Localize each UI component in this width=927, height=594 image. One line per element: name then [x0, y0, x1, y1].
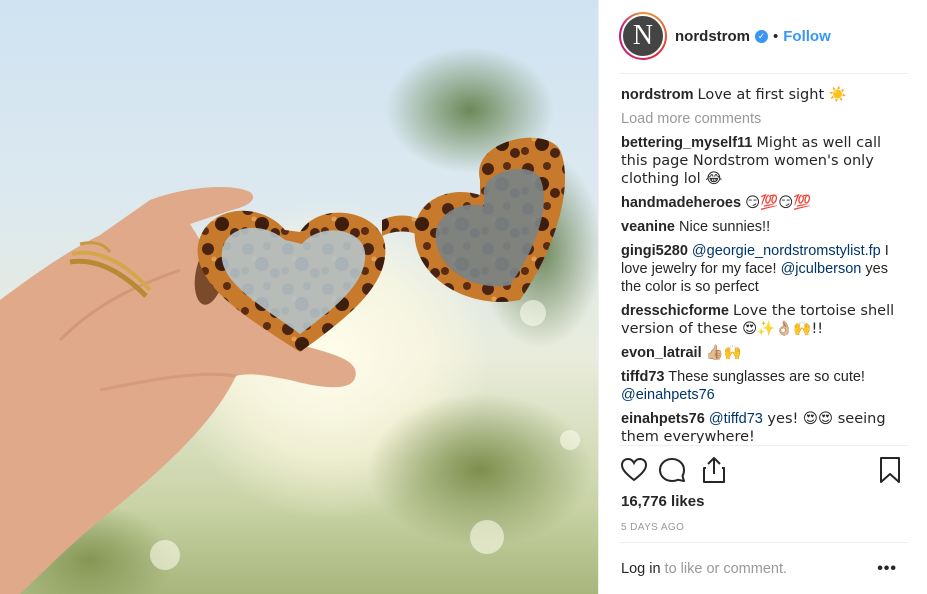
comment-item: handmadeheroes 😏💯😏💯 [621, 194, 911, 212]
action-bar [619, 455, 911, 487]
more-options-button[interactable]: ••• [877, 560, 897, 578]
comment-username[interactable]: tiffd73 [621, 369, 665, 385]
comment-item: tiffd73 These sunglasses are so cute! @e… [621, 368, 911, 404]
comment-item: gingi5280 @georgie_nordstromstylist.fp I… [621, 242, 911, 296]
comment-username[interactable]: veanine [621, 219, 675, 235]
caption-text: Love at first sight ☀️ [697, 87, 847, 103]
comment-text: Nice sunnies!! [679, 219, 771, 235]
comment-username[interactable]: einahpets76 [621, 411, 705, 427]
avatar-ring[interactable]: N [619, 12, 667, 60]
caption-username[interactable]: nordstrom [621, 87, 694, 103]
actions-divider [619, 445, 908, 446]
photo-illustration [0, 137, 566, 594]
comment-mention-link[interactable]: @tiffd73 [709, 411, 763, 427]
avatar[interactable]: N [621, 14, 665, 58]
comment-item: bettering_myself11 Might as well call th… [621, 134, 911, 188]
comment-item: evon_latrail 👍🏼🙌 [621, 344, 911, 362]
header-separator: • [773, 27, 779, 45]
comment-text: 😏💯😏💯 [745, 195, 812, 211]
comment-mention-link[interactable]: @georgie_nordstromstylist.fp [692, 243, 881, 259]
post-sidebar: N nordstrom ✓ • Follow nordstrom Love at… [598, 0, 927, 594]
comment-mention-link[interactable]: @jculberson [781, 261, 862, 277]
footer-divider [619, 542, 908, 543]
login-link[interactable]: Log in [621, 561, 661, 577]
post-age[interactable]: 5 DAYS AGO [621, 522, 684, 533]
verified-check-icon: ✓ [755, 29, 768, 43]
bookmark-icon[interactable] [875, 455, 905, 485]
comments-list[interactable]: nordstrom Love at first sight ☀️ Load mo… [621, 86, 911, 443]
comment-text: 👍🏼🙌 [705, 345, 742, 361]
header-divider [619, 73, 908, 74]
post-photo[interactable] [0, 0, 598, 594]
comment-username[interactable]: dresschicforme [621, 303, 729, 319]
comment-item: dresschicforme Love the tortoise shell v… [621, 302, 911, 338]
comment-item: einahpets76 @tiffd73 yes! 😍😍 seeing them… [621, 410, 911, 443]
login-suffix: to like or comment. [660, 561, 788, 577]
load-more-comments-button[interactable]: Load more comments [621, 110, 911, 128]
comment-item: veanine Nice sunnies!! [621, 218, 911, 236]
comment-username[interactable]: handmadeheroes [621, 195, 741, 211]
heart-icon[interactable] [619, 455, 649, 485]
likes-count[interactable]: 16,776 likes [621, 493, 704, 510]
comment-bubble-icon[interactable] [657, 455, 687, 485]
follow-button[interactable]: Follow [783, 28, 831, 45]
comment-mention-link[interactable]: @einahpets76 [621, 387, 715, 403]
comment-text: These sunglasses are so cute! [668, 369, 865, 385]
login-prompt: Log in to like or comment. [621, 561, 787, 577]
caption: nordstrom Love at first sight ☀️ [621, 86, 911, 104]
comment-username[interactable]: evon_latrail [621, 345, 702, 361]
share-icon[interactable] [699, 455, 729, 485]
post-header: N nordstrom ✓ • Follow [619, 12, 831, 60]
account-username[interactable]: nordstrom [675, 28, 750, 45]
comment-username[interactable]: gingi5280 [621, 243, 688, 259]
comment-username[interactable]: bettering_myself11 [621, 135, 752, 151]
